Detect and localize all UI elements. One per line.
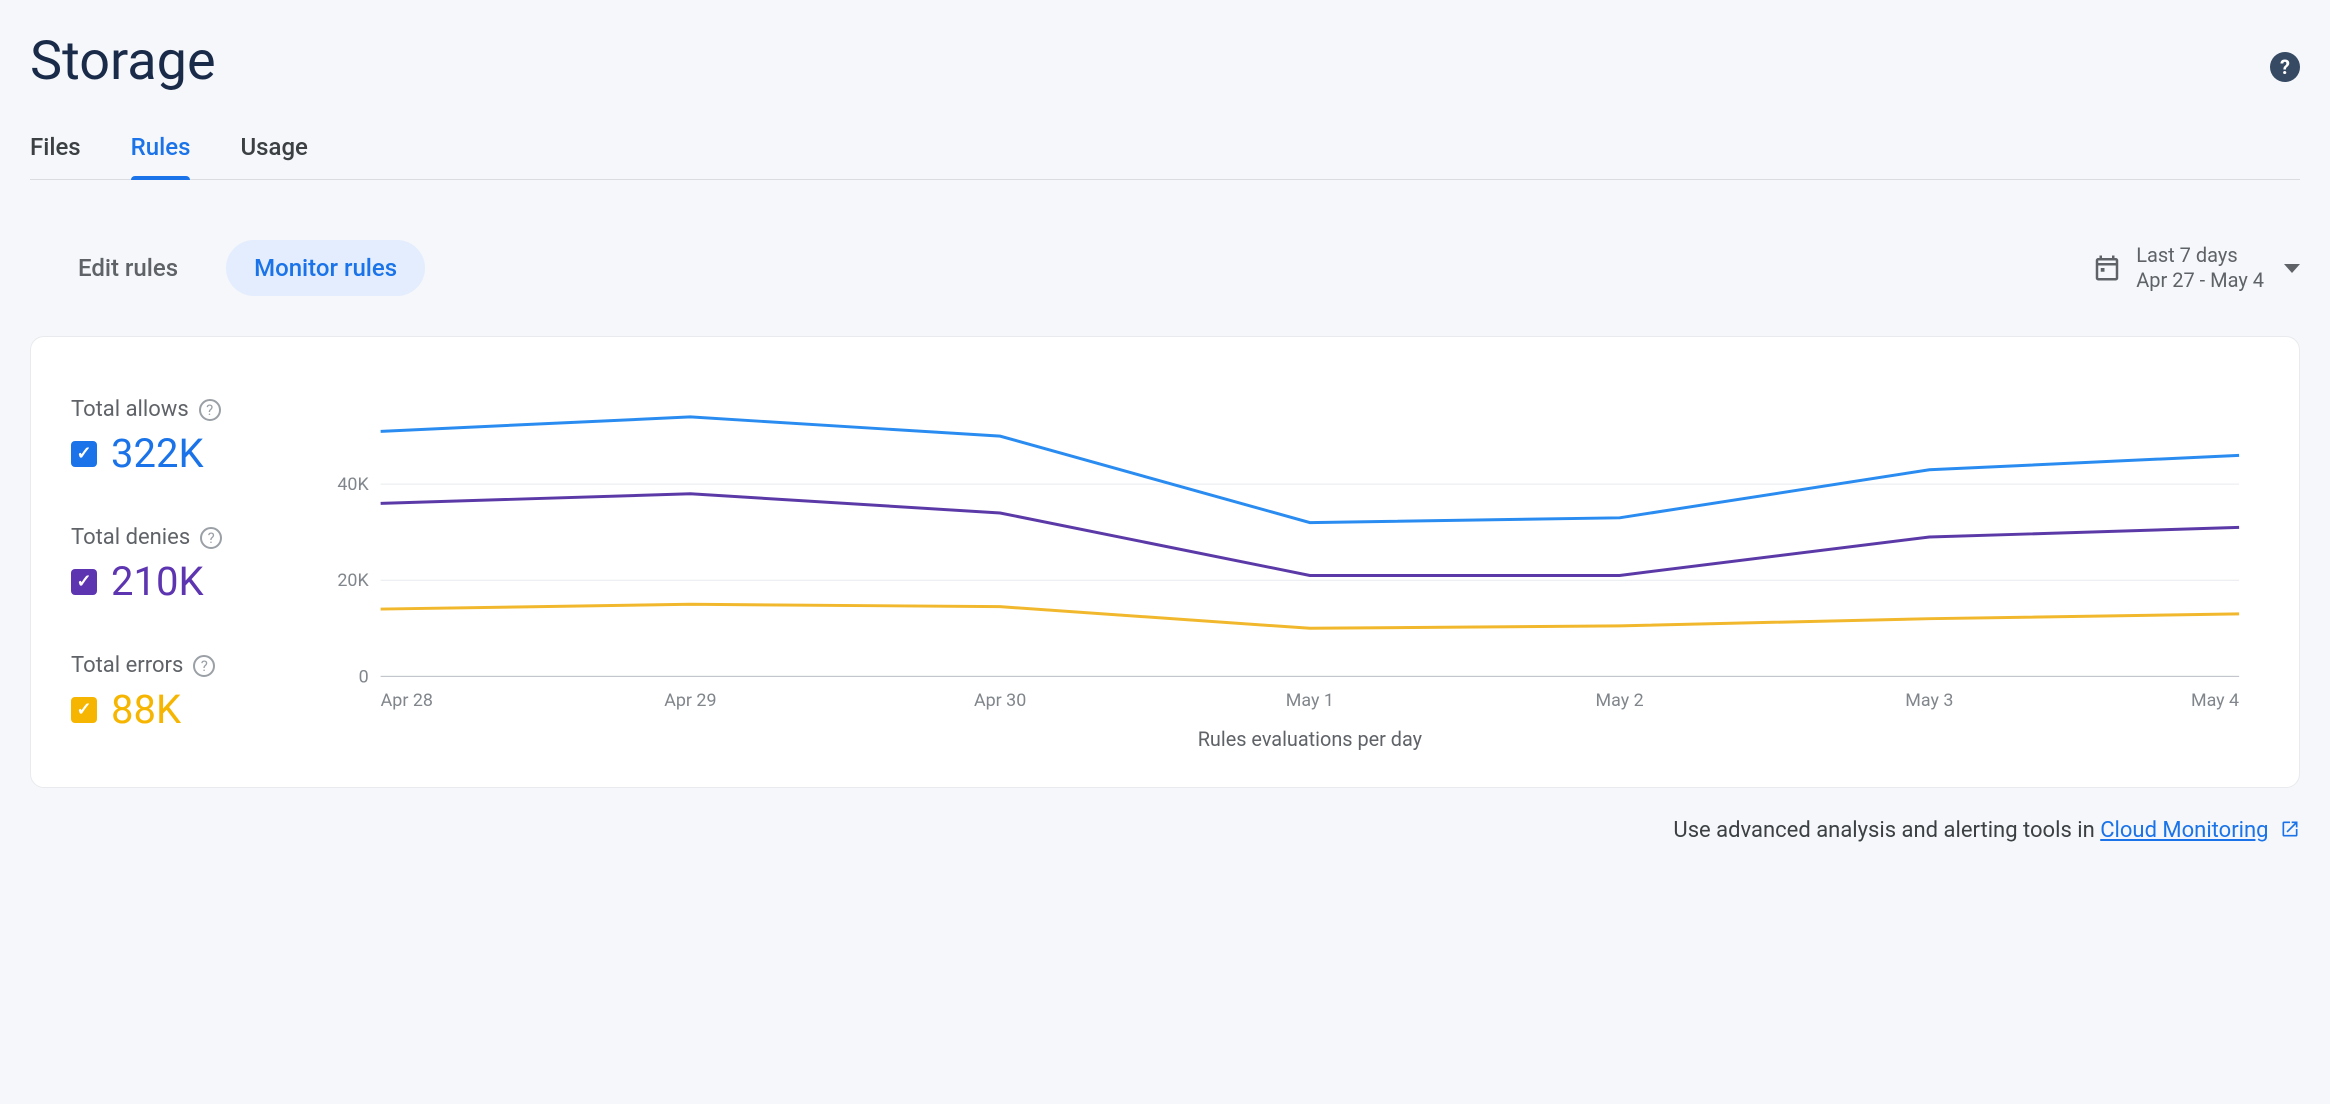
rules-subtabs: Edit rules Monitor rules	[50, 240, 425, 296]
legend-allows-help-icon[interactable]: ?	[199, 399, 221, 421]
svg-text:May 1: May 1	[1286, 690, 1334, 711]
date-range-detail: Apr 27 - May 4	[2136, 268, 2264, 293]
legend-errors-checkbox[interactable]: ✓	[71, 697, 97, 723]
tab-files[interactable]: Files	[30, 123, 81, 179]
tab-usage[interactable]: Usage	[240, 123, 307, 179]
chart-card: Total allows ? ✓ 322K Total denies ? ✓ 2…	[30, 336, 2300, 788]
cloud-monitoring-link[interactable]: Cloud Monitoring	[2100, 818, 2268, 843]
date-range-label: Last 7 days	[2136, 243, 2264, 268]
svg-text:May 3: May 3	[1905, 690, 1953, 711]
legend-denies-help-icon[interactable]: ?	[200, 527, 222, 549]
legend-errors: Total errors ? ✓ 88K	[71, 653, 291, 733]
primary-tabs: Files Rules Usage	[30, 123, 2300, 180]
footer-note: Use advanced analysis and alerting tools…	[30, 818, 2300, 845]
svg-text:Rules evaluations per day: Rules evaluations per day	[1198, 728, 1423, 751]
external-link-icon	[2280, 819, 2300, 845]
help-icon[interactable]: ?	[2270, 52, 2300, 82]
subtab-edit-rules[interactable]: Edit rules	[50, 240, 206, 296]
svg-text:20K: 20K	[337, 570, 369, 591]
footer-text: Use advanced analysis and alerting tools…	[1673, 818, 2100, 843]
svg-text:40K: 40K	[337, 474, 369, 495]
svg-text:May 4: May 4	[2191, 690, 2239, 711]
legend-denies-value: 210K	[111, 558, 204, 605]
legend-allows-checkbox[interactable]: ✓	[71, 441, 97, 467]
svg-text:May 2: May 2	[1596, 690, 1644, 711]
legend-errors-label: Total errors	[71, 653, 183, 678]
subtab-monitor-rules[interactable]: Monitor rules	[226, 240, 425, 296]
legend-denies: Total denies ? ✓ 210K	[71, 525, 291, 605]
legend-allows-label: Total allows	[71, 397, 189, 422]
tab-rules[interactable]: Rules	[131, 123, 191, 179]
legend-errors-value: 88K	[111, 686, 181, 733]
date-range-picker[interactable]: Last 7 days Apr 27 - May 4	[2092, 243, 2300, 293]
rules-chart: 0 20K 40K Apr 28 Apr 29 Apr 30 May 1 May 2 May 3…	[321, 377, 2259, 757]
svg-text:Apr 28: Apr 28	[381, 690, 433, 711]
calendar-icon	[2092, 253, 2122, 283]
legend-denies-label: Total denies	[71, 525, 190, 550]
legend-allows: Total allows ? ✓ 322K	[71, 397, 291, 477]
svg-text:Apr 29: Apr 29	[664, 690, 716, 711]
legend-denies-checkbox[interactable]: ✓	[71, 569, 97, 595]
page-title: Storage	[30, 30, 216, 93]
svg-text:Apr 30: Apr 30	[974, 690, 1026, 711]
svg-text:0: 0	[359, 666, 369, 687]
legend-errors-help-icon[interactable]: ?	[193, 655, 215, 677]
chevron-down-icon	[2284, 264, 2300, 273]
legend-allows-value: 322K	[111, 430, 204, 477]
